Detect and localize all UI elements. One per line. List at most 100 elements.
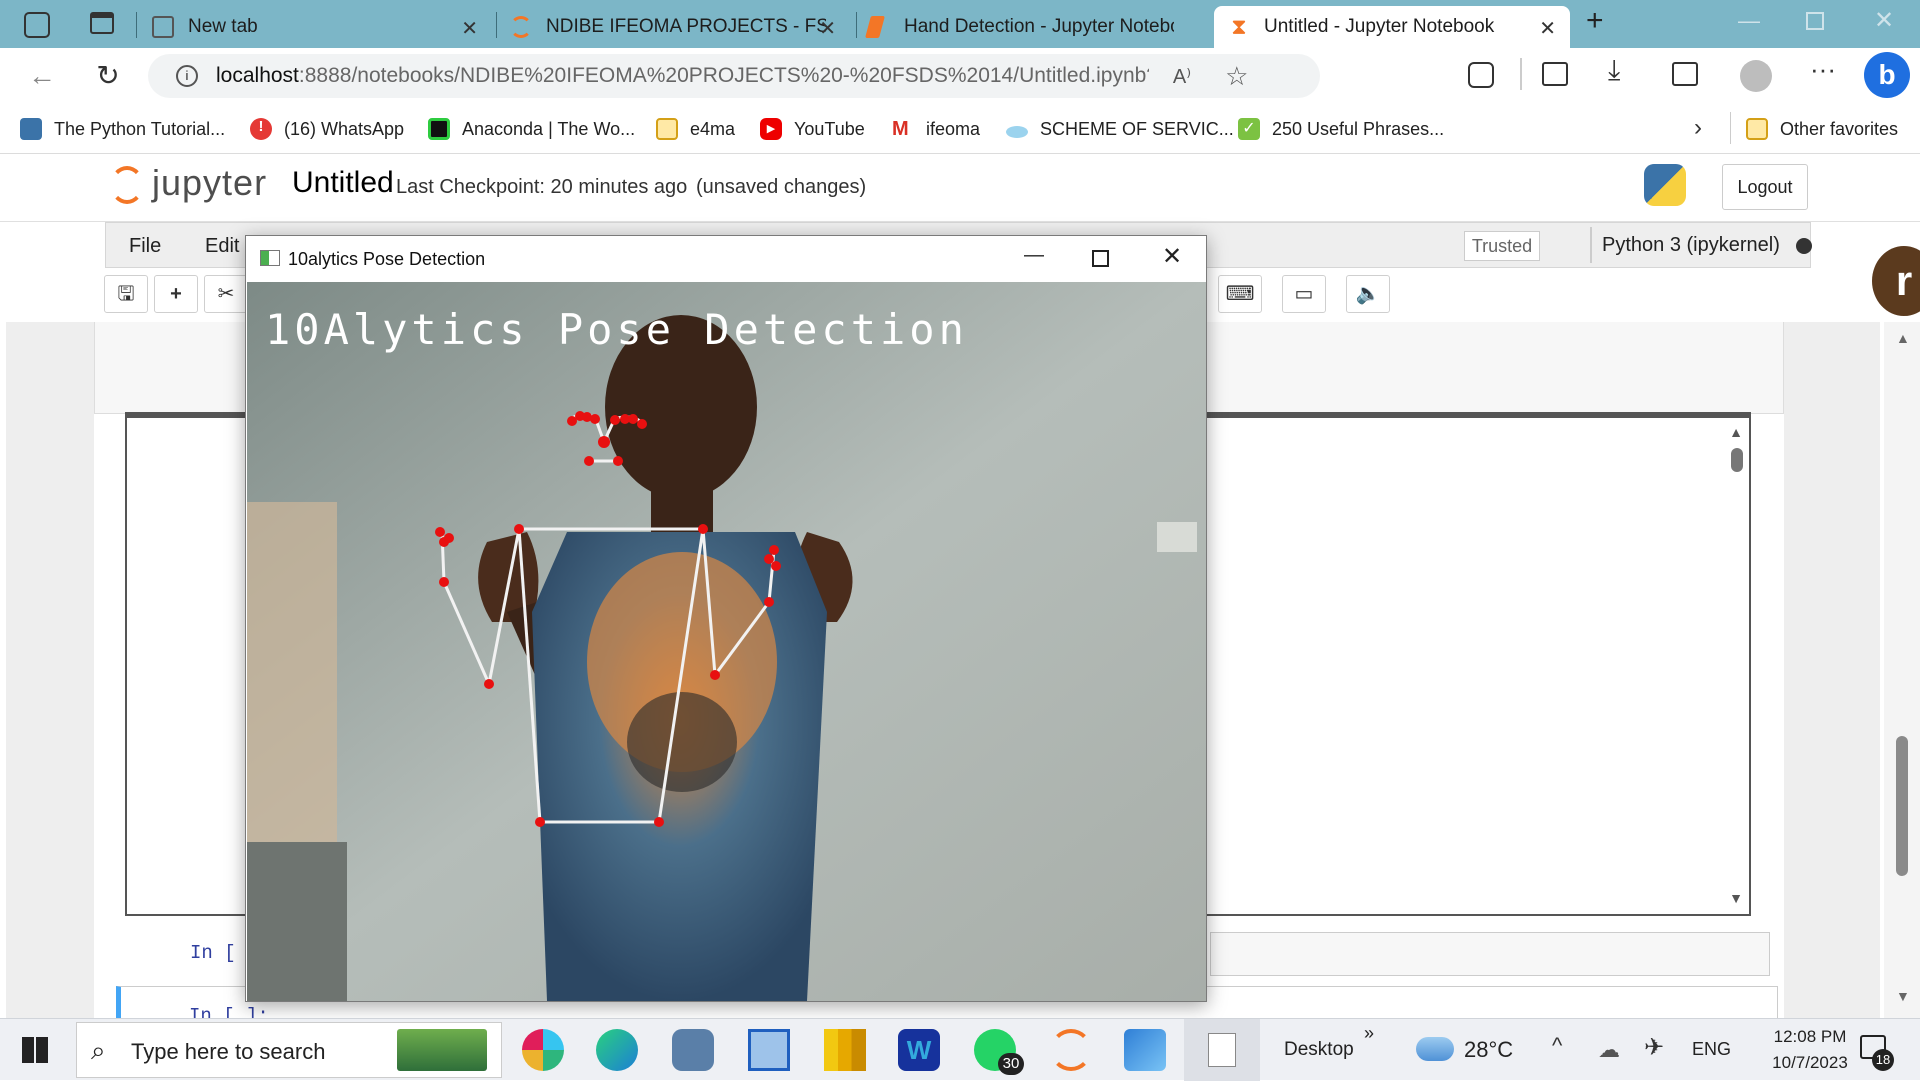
logout-button[interactable]: Logout [1722,164,1808,210]
refresh-icon[interactable]: ↻ [88,58,128,94]
desktop-expand-icon[interactable]: » [1364,1023,1374,1044]
output-scroll-thumb[interactable] [1731,448,1743,472]
notification-center-icon[interactable]: 18 [1860,1035,1894,1071]
remote-desktop-icon[interactable] [748,1029,790,1071]
edge-icon[interactable] [596,1029,638,1071]
taskbar-active-app[interactable] [1184,1019,1260,1081]
profile-avatar[interactable] [1740,60,1772,92]
clock-time[interactable]: 12:08 PM [1750,1027,1870,1047]
other-favorites[interactable]: Other favorites [1746,117,1898,141]
restore-icon[interactable] [1806,12,1824,30]
checkpoint-status: Last Checkpoint: 20 minutes ago [396,176,688,198]
weather-temp[interactable]: 28°C [1464,1037,1513,1063]
jupyter-logo-icon[interactable] [110,166,144,204]
bookmark-youtube[interactable]: ▶ YouTube [760,117,865,141]
more-menu-icon[interactable]: ··· [1810,54,1836,85]
more-bookmarks-chevron-icon[interactable]: › [1694,114,1702,142]
taskbar-search-box[interactable]: ⌕ Type here to search [76,1022,502,1078]
bookmark-ifeoma[interactable]: Mifeoma [892,117,980,141]
cut-cell-button[interactable]: ✂ [204,275,248,313]
url-path: :8888/notebooks/NDIBE%20IFEOMA%20PROJECT… [298,64,1149,87]
close-tab-icon[interactable]: ✕ [1539,16,1556,41]
onedrive-icon[interactable]: ☁ [1598,1037,1620,1063]
bookmark-anaconda[interactable]: Anaconda | The Wo... [428,117,635,141]
start-windows-icon[interactable] [22,1037,48,1063]
jupyter-taskbar-icon[interactable] [1050,1029,1092,1071]
bookmark-phrases[interactable]: ✓ 250 Useful Phrases... [1238,117,1444,141]
maximize-icon[interactable] [1092,250,1109,267]
photos-icon[interactable] [1124,1029,1166,1071]
comment-button[interactable]: ▭ [1282,275,1326,313]
new-tab-icon [152,16,174,38]
menu-edit[interactable]: Edit [205,235,239,258]
page-scroll-up-icon[interactable]: ▲ [1896,330,1910,346]
trusted-indicator[interactable]: Trusted [1464,231,1540,261]
page-scroll-thumb[interactable] [1896,736,1908,876]
tab-new-tab[interactable]: New tab ✕ [152,6,492,48]
anaconda-icon [428,118,450,140]
python-logo-icon [1644,164,1686,206]
airplane-mode-icon[interactable]: ✈ [1644,1033,1664,1062]
bookmark-python-tutorial[interactable]: The Python Tutorial... [20,117,225,141]
tab-ndibe-projects[interactable]: NDIBE IFEOMA PROJECTS - FSDS ✕ [510,6,850,48]
slack-icon[interactable] [522,1029,564,1071]
language-indicator[interactable]: ENG [1692,1039,1731,1060]
search-highlight-image[interactable] [397,1029,487,1071]
weather-cloud-icon[interactable] [1416,1037,1454,1061]
menu-file[interactable]: File [129,235,161,258]
favorite-star-icon[interactable]: ☆ [1225,61,1248,92]
desktop-toolbar[interactable]: Desktop [1284,1039,1354,1061]
new-tab-plus-icon[interactable]: + [1586,4,1604,38]
notebook-name[interactable]: Untitled [292,166,394,200]
bookmark-whatsapp[interactable]: ! (16) WhatsApp [250,117,404,141]
audio-button[interactable]: 🔈 [1346,275,1390,313]
python-icon [20,118,42,140]
plus-icon: + [170,283,182,305]
jupyter-logo-text[interactable]: jupyter [152,162,267,204]
webex-icon[interactable]: W [898,1029,940,1071]
tab-actions-icon[interactable] [90,12,114,34]
webcam-scene: 10Alytics Pose Detection [247,282,1206,1001]
extensions-icon[interactable] [1468,62,1494,88]
collections-icon[interactable] [1672,62,1698,86]
whatsapp-icon[interactable]: 30 [974,1029,1024,1075]
minimize-icon[interactable]: — [1738,8,1760,34]
code-cell-input[interactable] [1210,932,1770,976]
scroll-down-icon[interactable]: ▼ [1729,890,1743,906]
bookmark-scheme[interactable]: SCHEME OF SERVIC... [1006,117,1234,141]
page-scrollbar[interactable]: ▲ ▼ [1884,322,1920,1018]
command-palette-button[interactable]: ⌨ [1218,275,1262,313]
downloads-icon[interactable]: ⤓ [1608,54,1620,87]
power-bi-icon[interactable] [824,1029,866,1071]
notebook-busy-icon [865,16,885,38]
tab-untitled-active[interactable]: ⧗ Untitled - Jupyter Notebook ✕ [1214,6,1570,48]
split-screen-icon[interactable] [1542,62,1568,86]
show-hidden-icons-icon[interactable]: ^ [1552,1033,1562,1059]
close-window-icon[interactable]: ✕ [1162,242,1182,271]
postgres-icon[interactable] [672,1029,714,1071]
close-window-icon[interactable]: ✕ [1874,6,1894,35]
site-info-icon[interactable]: i [176,65,198,87]
clock-date[interactable]: 10/7/2023 [1750,1053,1870,1073]
insert-cell-button[interactable]: + [154,275,198,313]
pose-detection-window[interactable]: 10alytics Pose Detection — ✕ 10Alytics P… [245,235,1207,1002]
scroll-up-icon[interactable]: ▲ [1729,424,1743,440]
jupyter-header: jupyter Untitled Last Checkpoint: 20 min… [0,154,1920,222]
page-scroll-down-icon[interactable]: ▼ [1896,988,1910,1004]
bookmark-e4ma[interactable]: e4ma [656,117,735,141]
url-bar[interactable]: i localhost:8888/notebooks/NDIBE%20IFEOM… [148,54,1320,98]
save-button[interactable]: 🖫 [104,275,148,313]
workspaces-icon[interactable] [24,12,50,38]
minimize-icon[interactable]: — [1024,244,1044,267]
read-aloud-icon[interactable]: A⁾ [1173,64,1191,89]
pose-window-titlebar[interactable]: 10alytics Pose Detection — ✕ [246,236,1206,282]
floating-assistant-avatar[interactable]: r [1872,246,1920,316]
autosave-status: (unsaved changes) [696,176,867,198]
save-icon: 🖫 [117,283,135,305]
bing-chat-icon[interactable]: b [1864,52,1910,98]
tab-hand-detection[interactable]: Hand Detection - Jupyter Notebo [865,6,1208,48]
close-tab-icon[interactable]: ✕ [819,16,836,41]
opencv-window-icon [260,250,280,266]
back-arrow-icon[interactable]: ← [22,58,62,94]
close-tab-icon[interactable]: ✕ [461,16,478,41]
